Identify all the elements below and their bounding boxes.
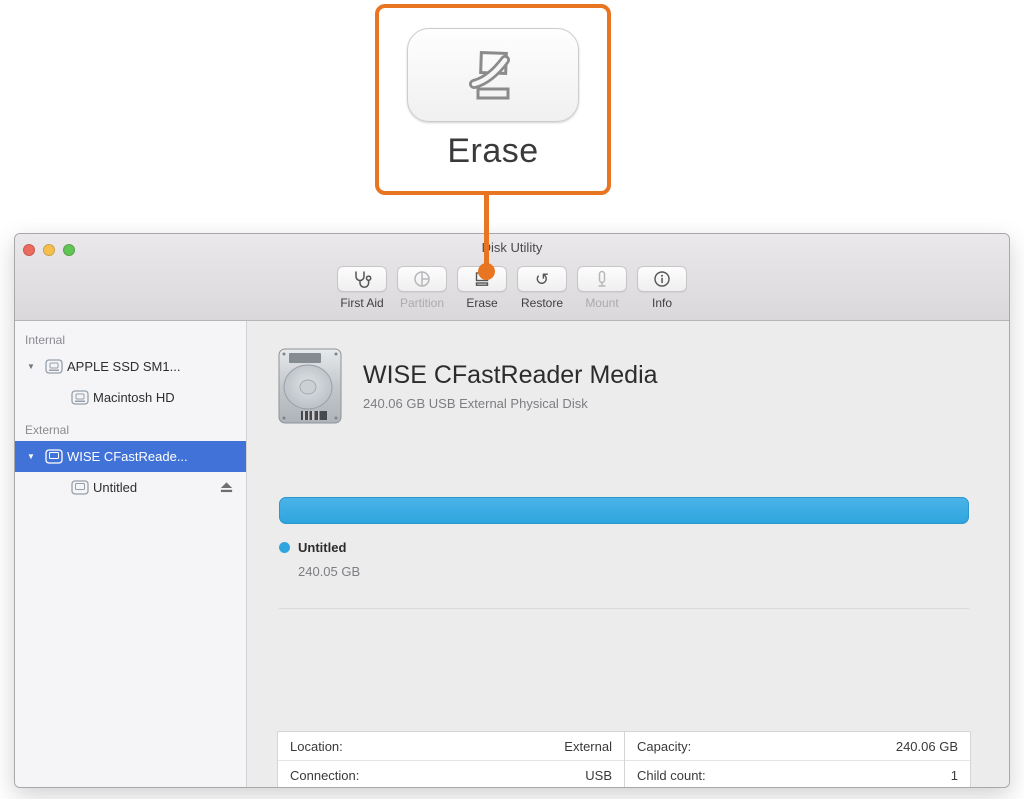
info-label: Connection: (290, 768, 359, 783)
info-icon (653, 270, 671, 288)
restore-button[interactable]: ↺ Restore (517, 266, 567, 310)
first-aid-icon (352, 269, 372, 289)
disk-utility-window: Disk Utility First Aid Pa (14, 233, 1010, 788)
sidebar-item-apple-ssd[interactable]: ▼ APPLE SSD SM1... (15, 351, 246, 382)
info-value: External (564, 739, 612, 754)
disclosure-triangle-icon[interactable]: ▼ (27, 362, 35, 371)
info-button[interactable]: Info (637, 266, 687, 310)
sidebar-section-external: External (15, 421, 246, 441)
info-label: Info (652, 296, 672, 310)
sidebar-item-label: WISE CFastReade... (67, 449, 188, 464)
sidebar-item-untitled[interactable]: Untitled (15, 472, 246, 503)
sidebar: Internal ▼ APPLE SSD SM1... Macintosh HD… (15, 321, 247, 787)
first-aid-button[interactable]: First Aid (337, 266, 387, 310)
table-row: Location: External (278, 732, 624, 761)
internal-drive-icon (45, 359, 63, 374)
info-value: USB (585, 768, 612, 783)
restore-label: Restore (521, 296, 563, 310)
table-row: Connection: USB (278, 761, 624, 788)
disclosure-triangle-icon[interactable]: ▼ (27, 452, 35, 461)
restore-icon: ↺ (535, 271, 549, 288)
mount-label: Mount (585, 296, 618, 310)
callout-connector-dot (478, 263, 495, 280)
partition-size: 240.05 GB (298, 564, 360, 579)
partition-map-bar[interactable] (279, 497, 969, 524)
first-aid-label: First Aid (340, 296, 383, 310)
erase-callout-label: Erase (447, 132, 538, 171)
toolbar: First Aid Partition Erase (15, 266, 1009, 310)
sidebar-item-label: Untitled (93, 480, 137, 495)
window-chrome: Disk Utility First Aid Pa (15, 234, 1009, 321)
sidebar-item-wise-cfastreader[interactable]: ▼ WISE CFastReade... (15, 441, 246, 472)
partition-label: Partition (400, 296, 444, 310)
mount-button: Mount (577, 266, 627, 310)
partition-name: Untitled (298, 540, 346, 555)
info-column-left: Location: External Connection: USB Parti… (278, 732, 624, 788)
info-label: Child count: (637, 768, 706, 783)
volume-icon (71, 480, 89, 495)
disk-info-table: Location: External Connection: USB Parti… (277, 731, 971, 788)
device-title: WISE CFastReader Media (363, 361, 658, 390)
main-pane: WISE CFastReader Media 240.06 GB USB Ext… (247, 321, 1009, 787)
info-value: 1 (951, 768, 958, 783)
partition-legend: Untitled (279, 540, 346, 555)
sidebar-item-label: APPLE SSD SM1... (67, 359, 180, 374)
external-drive-icon (45, 449, 63, 464)
hard-disk-icon (277, 347, 343, 425)
content-divider (279, 608, 969, 609)
info-value: 240.06 GB (896, 739, 958, 754)
window-title: Disk Utility (15, 240, 1009, 255)
device-header: WISE CFastReader Media 240.06 GB USB Ext… (277, 347, 658, 425)
volume-icon (71, 390, 89, 405)
erase-label: Erase (466, 296, 497, 310)
table-row: Capacity: 240.06 GB (625, 732, 970, 761)
table-row: Child count: 1 (625, 761, 970, 788)
erase-icon (465, 47, 521, 103)
info-label: Location: (290, 739, 343, 754)
partition-button: Partition (397, 266, 447, 310)
callout-connector-line (484, 193, 489, 265)
sidebar-item-macintosh-hd[interactable]: Macintosh HD (15, 382, 246, 413)
partition-color-dot (279, 542, 290, 553)
sidebar-item-label: Macintosh HD (93, 390, 175, 405)
mount-icon (593, 270, 611, 288)
sidebar-section-internal: Internal (15, 331, 246, 351)
erase-callout-button (407, 28, 579, 122)
info-column-right: Capacity: 240.06 GB Child count: 1 Type:… (624, 732, 970, 788)
erase-callout: Erase (375, 4, 611, 195)
partition-icon (413, 270, 431, 288)
eject-icon[interactable] (219, 480, 234, 494)
device-subtitle: 240.06 GB USB External Physical Disk (363, 396, 658, 411)
info-label: Capacity: (637, 739, 691, 754)
